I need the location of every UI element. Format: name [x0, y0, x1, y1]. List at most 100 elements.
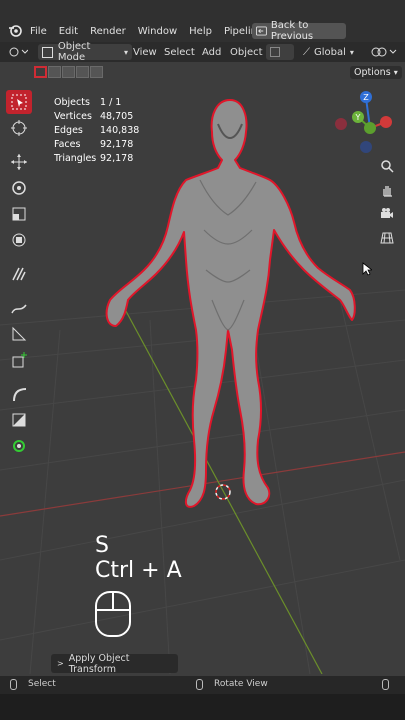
- editor-type-icon[interactable]: [8, 44, 28, 60]
- select-subtract-icon[interactable]: [62, 66, 75, 78]
- spin-icon: [13, 440, 25, 452]
- status-select-label: Select: [28, 679, 56, 689]
- mouse-left-icon: [10, 679, 17, 690]
- menu-render[interactable]: Render: [84, 26, 132, 37]
- grid-perspective-icon[interactable]: [376, 227, 398, 249]
- stat-label-objects: Objects: [54, 97, 90, 108]
- add-cube-tool[interactable]: [6, 348, 32, 372]
- transform-tool[interactable]: [6, 228, 32, 252]
- snap-icon[interactable]: [370, 44, 398, 60]
- chevron-down-icon: ▾: [349, 47, 354, 57]
- scale-tool[interactable]: [6, 202, 32, 226]
- shortcut-key-ctrl-a: Ctrl + A: [95, 558, 182, 583]
- add-cube-icon: [12, 352, 27, 368]
- blender-logo-icon[interactable]: [8, 24, 22, 38]
- last-operation-label: Apply Object Transform: [68, 652, 130, 675]
- shear-tool[interactable]: [6, 382, 32, 406]
- move-icon: [11, 154, 27, 170]
- chevron-down-icon: ▾: [123, 47, 128, 57]
- transform-icon: [12, 233, 26, 247]
- menu-add[interactable]: Add: [202, 44, 221, 60]
- select-box-icon: [11, 94, 27, 110]
- select-invert-icon[interactable]: [76, 66, 89, 78]
- main-menu: File Edit Render Window Help Pipeline: [24, 22, 269, 40]
- annotate-icon: [12, 267, 26, 281]
- tool-shelf: [6, 88, 36, 460]
- select-intersect-icon[interactable]: [90, 66, 103, 78]
- rotate-icon: [12, 181, 26, 195]
- cursor-tool[interactable]: [6, 116, 32, 140]
- stat-label-edges: Edges: [54, 125, 83, 136]
- mouse-icon: [95, 591, 131, 637]
- stat-value-edges: 140,838: [100, 125, 140, 136]
- menu-window[interactable]: Window: [132, 26, 183, 37]
- orientation-icon: ⟋: [303, 46, 310, 58]
- shortcut-key-s: S: [95, 533, 109, 558]
- menu-object[interactable]: Object: [230, 44, 263, 60]
- mouse-pointer-icon: [362, 262, 372, 276]
- 3d-cursor-icon[interactable]: [215, 484, 231, 500]
- select-box-tool[interactable]: [6, 90, 32, 114]
- scale-icon: [12, 207, 26, 221]
- back-to-previous-button[interactable]: Back to Previous: [252, 20, 346, 42]
- menu-edit[interactable]: Edit: [53, 26, 84, 37]
- select-new-icon[interactable]: [34, 66, 47, 78]
- stat-label-triangles: Triangles: [54, 153, 97, 164]
- cursor-icon: [11, 120, 27, 136]
- stat-value-triangles: 92,178: [100, 153, 134, 164]
- stat-value-faces: 92,178: [100, 139, 134, 150]
- shear-icon: [13, 388, 27, 402]
- selection-mode-buttons: [34, 66, 103, 78]
- back-arrow-icon: [256, 26, 267, 36]
- top-bar: File Edit Render Window Help Pipeline Ba…: [0, 0, 405, 42]
- move-tool[interactable]: [6, 150, 32, 174]
- options-dropdown[interactable]: Options ▾: [350, 66, 402, 79]
- neg-z-axis-icon[interactable]: [360, 141, 372, 153]
- menu-view[interactable]: View: [133, 44, 157, 60]
- draw-icon: [11, 304, 27, 314]
- extrude-icon: [12, 413, 26, 427]
- shortcut-overlay: S Ctrl + A: [95, 533, 182, 583]
- stat-label-faces: Faces: [54, 139, 81, 150]
- camera-icon[interactable]: [376, 203, 398, 225]
- humanoid-model[interactable]: [105, 99, 356, 508]
- chevron-right-icon: >: [57, 659, 64, 668]
- x-axis-icon[interactable]: [380, 116, 392, 128]
- draw-tool[interactable]: [6, 296, 32, 320]
- pivot-icon: [270, 47, 280, 57]
- gizmo-z-label: Z: [363, 93, 369, 102]
- object-mode-icon: [42, 46, 53, 58]
- status-rotate-label: Rotate View: [214, 679, 268, 689]
- last-operation-panel[interactable]: > Apply Object Transform: [51, 652, 178, 675]
- spin-tool[interactable]: [6, 434, 32, 458]
- measure-tool[interactable]: [6, 322, 32, 346]
- menu-file[interactable]: File: [24, 26, 53, 37]
- back-button-label: Back to Previous: [270, 20, 314, 42]
- menu-help[interactable]: Help: [183, 26, 218, 37]
- stat-value-objects: 1 / 1: [100, 97, 122, 108]
- mode-dropdown[interactable]: Object Mode ▾: [38, 41, 132, 63]
- orientation-dropdown[interactable]: ⟋ Global ▾: [303, 44, 354, 60]
- bottom-black-bar: [0, 694, 405, 720]
- neg-x-axis-icon[interactable]: [335, 118, 347, 130]
- transform-pivot-dropdown[interactable]: [266, 44, 294, 60]
- zoom-icon[interactable]: [376, 155, 398, 177]
- stat-value-vertices: 48,705: [100, 111, 134, 122]
- navigation-gizmo[interactable]: Z Y: [330, 88, 405, 158]
- stat-label-vertices: Vertices: [54, 111, 92, 122]
- measure-icon: [12, 326, 27, 341]
- mouse-middle-icon: [196, 679, 203, 690]
- rotate-tool[interactable]: [6, 176, 32, 200]
- viewport-header: Object Mode ▾ View Select Add Object ⟋ G…: [0, 41, 405, 63]
- menu-select[interactable]: Select: [164, 44, 195, 60]
- scene-statistics: Objects 1 / 1 Vertices 48,705 Edges 140,838…: [54, 96, 139, 166]
- mouse-right-icon: [382, 679, 389, 690]
- extrude-tool[interactable]: [6, 408, 32, 432]
- select-extend-icon[interactable]: [48, 66, 61, 78]
- pan-hand-icon[interactable]: [376, 179, 398, 201]
- chevron-down-icon: ▾: [393, 68, 398, 77]
- status-bar: Select Rotate View: [0, 676, 405, 694]
- annotate-tool[interactable]: [6, 262, 32, 286]
- gizmo-center-icon: [364, 122, 376, 134]
- gizmo-y-label: Y: [355, 113, 361, 122]
